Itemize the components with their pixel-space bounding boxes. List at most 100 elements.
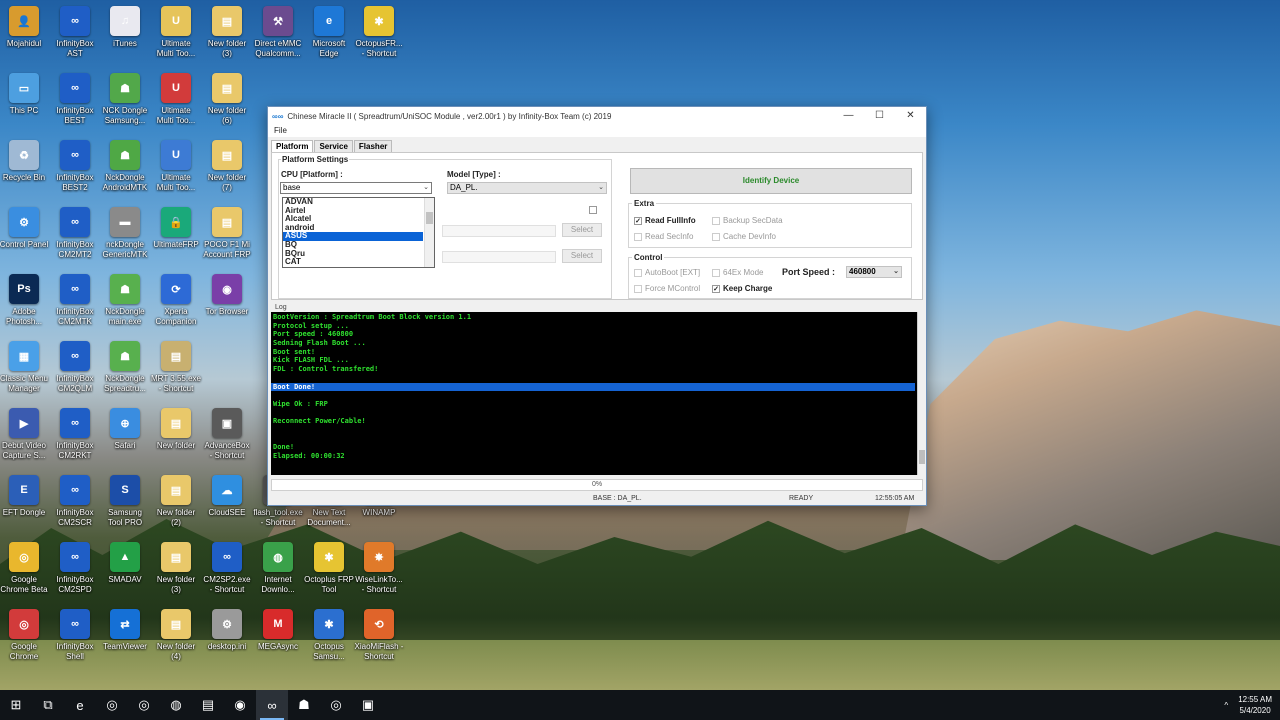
chrome-beta-taskbar[interactable]: ◎ [128,690,160,720]
desktop-icon[interactable]: ☁ CloudSEE [201,475,253,537]
desktop-icon[interactable]: ▲ SMADAV [99,542,151,604]
desktop-icon[interactable]: ▣ AdvanceBox - Shortcut [201,408,253,470]
read-secinfo-checkbox[interactable]: Read SecInfo [634,232,693,241]
desktop-icon[interactable]: ⇄ TeamViewer [99,609,151,671]
desktop-icon[interactable]: ▤ New folder [150,408,202,470]
select-button-1[interactable]: Select [562,223,602,237]
scrollbar-thumb[interactable] [919,450,925,464]
desktop-icon[interactable]: E EFT Dongle [0,475,50,537]
desktop-icon[interactable]: ∞ InfinityBox Shell [49,609,101,671]
explorer-taskbar[interactable]: ▤ [192,690,224,720]
platform-checkbox[interactable] [589,206,600,214]
identify-device-button[interactable]: Identify Device [630,168,912,194]
force-mcontrol-checkbox[interactable]: Force MControl [634,284,700,293]
desktop-icon[interactable]: ◉ Tor Browser [201,274,253,336]
desktop-icon[interactable]: ⟲ XiaoMiFlash - Shortcut [353,609,405,671]
desktop-icon[interactable]: ☗ NckDongle main.exe [99,274,151,336]
start-button[interactable]: ⊞ [0,690,32,720]
desktop-icon[interactable]: ▦ Classic Menu Manager [0,341,50,403]
desktop-icon[interactable]: ∞ InfinityBox CM2QLM [49,341,101,403]
desktop-icon[interactable]: M MEGAsync [252,609,304,671]
desktop-icon[interactable]: U Ultimate Multi Too... [150,73,202,135]
desktop-icon[interactable]: ▭ This PC [0,73,50,135]
desktop-icon[interactable]: ▤ New folder (2) [150,475,202,537]
desktop-icon[interactable]: ♫ iTunes [99,6,151,68]
window-titlebar[interactable]: ∞∞ Chinese Miracle II ( Spreadtrum/UniSO… [268,107,926,125]
desktop-icon[interactable]: Ps Adobe Photosh... [0,274,50,336]
scrollbar-thumb[interactable] [426,212,433,224]
desktop-icon[interactable]: ◎ Google Chrome Beta [0,542,50,604]
desktop-icon[interactable]: ∞ InfinityBox CM2MT2 [49,207,101,269]
task-view-button[interactable]: ⧉ [32,690,64,720]
close-button[interactable]: ✕ [895,107,926,125]
select-button-2[interactable]: Select [562,249,602,263]
file-field-1[interactable] [442,225,556,237]
log-output[interactable]: BootVersion : Spreadtrum Boot Block vers… [271,312,917,475]
desktop-icon[interactable]: ✱ OctopusFR... - Shortcut [353,6,405,68]
chrome-taskbar[interactable]: ◎ [96,690,128,720]
desktop-icon[interactable]: ✱ Octopus Samsu... [303,609,355,671]
keep-charge-checkbox[interactable]: ✓ Keep Charge [712,284,772,293]
tab-service[interactable]: Service [314,140,353,152]
desktop-icon[interactable]: ▬ nckDongle GenericMTK [99,207,151,269]
backup-secdata-checkbox[interactable]: Backup SecData [712,216,783,225]
file-field-2[interactable] [442,251,556,263]
dropdown-option[interactable]: BQ [283,240,434,250]
port-speed-select[interactable]: 460800 ⌄ [846,266,902,278]
desktop-icon[interactable]: ⟳ Xperia Companion [150,274,202,336]
desktop-icon[interactable]: ∞ InfinityBox CM2SCR [49,475,101,537]
log-scrollbar[interactable] [917,312,925,475]
dropdown-option[interactable]: ASUS [283,232,423,241]
checkbox-box[interactable] [589,206,597,214]
desktop-icon[interactable]: ◍ Internet Downlo... [252,542,304,604]
desktop-icon[interactable]: U Ultimate Multi Too... [150,6,202,68]
menu-file[interactable]: File [274,126,287,135]
desktop-icon[interactable]: ▤ New folder (3) [201,6,253,68]
minimize-button[interactable]: — [833,107,864,125]
desktop-icon[interactable]: ☗ NCK Dongle Samsung... [99,73,151,135]
desktop-icon[interactable]: ∞ InfinityBox CM2SPD [49,542,101,604]
model-type-select[interactable]: DA_PL. ⌄ [447,182,607,194]
desktop-icon[interactable]: e Microsoft Edge [303,6,355,68]
desktop-icon[interactable]: ▤ New folder (4) [150,609,202,671]
ex64-mode-checkbox[interactable]: 64Ex Mode [712,268,763,277]
desktop-icon[interactable]: ✱ Octoplus FRP Tool [303,542,355,604]
autoboot-checkbox[interactable]: AutoBoot [EXT] [634,268,700,277]
tab-platform[interactable]: Platform [271,140,314,152]
desktop-icon[interactable]: ⚒ Direct eMMC Qualcomm... [252,6,304,68]
desktop-icon[interactable]: 🔒 UltimateFRP [150,207,202,269]
android-taskbar[interactable]: ☗ [288,690,320,720]
desktop-icon[interactable]: ∞ InfinityBox CM2MTK [49,274,101,336]
cache-devinfo-checkbox[interactable]: Cache DevInfo [712,232,776,241]
save-app-taskbar[interactable]: ▣ [352,690,384,720]
edge-taskbar[interactable]: e [64,690,96,720]
desktop-icon[interactable]: ∞ InfinityBox CM2RKT [49,408,101,470]
taskbar-clock[interactable]: 12:55 AM 5/4/2020 [1238,694,1272,716]
read-fullinfo-checkbox[interactable]: ✓ Read FullInfo [634,216,696,225]
desktop-icon[interactable]: ♻ Recycle Bin [0,140,50,202]
dropdown-option[interactable]: BQru [283,249,434,259]
desktop-icon[interactable]: ⊕ Safari [99,408,151,470]
app-taskbar-1[interactable]: ◉ [224,690,256,720]
dropdown-option[interactable]: CAT [283,258,434,267]
desktop-icon[interactable]: ⚙ Control Panel [0,207,50,269]
cpu-dropdown-list[interactable]: ADVAN Airtel Alcatel android ASUS BQ BQru CAT [282,197,435,268]
desktop-icon[interactable]: ◎ Google Chrome [0,609,50,671]
infinity-taskbar[interactable]: ∞ [256,690,288,720]
desktop-icon[interactable]: ☗ NckDongle AndroidMTK [99,140,151,202]
desktop-icon[interactable]: ✸ WiseLinkTo... - Shortcut [353,542,405,604]
desktop-icon[interactable]: ▤ New folder (7) [201,140,253,202]
tab-flasher[interactable]: Flasher [353,140,393,152]
desktop-icon[interactable]: ∞ InfinityBox BEST [49,73,101,135]
desktop-icon[interactable]: ▤ New folder (3) [150,542,202,604]
maximize-button[interactable]: ☐ [864,107,895,125]
desktop-icon[interactable]: S Samsung Tool PRO [99,475,151,537]
desktop-icon[interactable]: ∞ InfinityBox AST [49,6,101,68]
dropdown-scrollbar[interactable] [424,198,434,267]
desktop-icon[interactable]: U Ultimate Multi Too... [150,140,202,202]
desktop-icon[interactable]: ▶ Debut Video Capture S... [0,408,50,470]
cpu-platform-select[interactable]: base ⌄ [280,182,432,194]
desktop-icon[interactable]: ▤ New folder (6) [201,73,253,135]
desktop-icon[interactable]: ∞ InfinityBox BEST2 [49,140,101,202]
desktop-icon[interactable]: ⚙ desktop.ini [201,609,253,671]
